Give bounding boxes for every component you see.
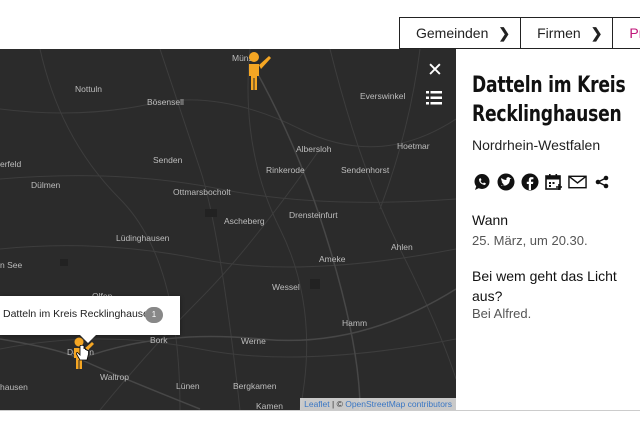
share-bar — [472, 172, 611, 191]
map-place-label: Senden — [153, 155, 183, 165]
map-place-label: Ameke — [319, 254, 346, 264]
osm-link[interactable]: OpenStreetMap contributors — [345, 399, 452, 409]
detail-panel: Datteln im Kreis Recklinghausen Nordrhei… — [456, 49, 640, 410]
top-nav: Gemeinden ❯ Firmen ❯ Priva — [399, 17, 640, 49]
tab-gemeinden[interactable]: Gemeinden ❯ — [400, 18, 522, 48]
map-popup[interactable]: Datteln im Kreis Recklinghausen 1 — [0, 296, 180, 343]
facebook-icon[interactable] — [520, 172, 539, 191]
map-place-label: Lüdinghausen — [116, 233, 170, 243]
tab-firmen[interactable]: Firmen ❯ — [521, 18, 614, 48]
share-icon[interactable] — [592, 172, 611, 191]
calendar-icon[interactable] — [544, 172, 563, 191]
page-title: Datteln im Kreis Recklinghausen — [472, 73, 626, 127]
map-place-label: Waltrop — [100, 372, 129, 382]
email-icon[interactable] — [568, 172, 587, 191]
divider — [0, 410, 640, 411]
chevron-right-icon: ❯ — [498, 24, 511, 41]
leaflet-link[interactable]: Leaflet — [304, 399, 330, 409]
count-badge: 1 — [145, 307, 163, 323]
map-place-label: Albersloh — [296, 144, 332, 154]
map-place-label: Ascheberg — [224, 216, 265, 226]
when-value: 25. März, um 20.30. — [472, 233, 588, 248]
map-place-label: Werne — [241, 336, 266, 346]
region-label: Nordrhein-Westfalen — [472, 137, 601, 153]
hand-cursor-icon — [76, 345, 89, 361]
map-place-label: Hoetmar — [397, 141, 430, 151]
whatsapp-icon[interactable] — [472, 172, 491, 191]
map-place-label: Bergkamen — [233, 381, 277, 391]
map-attribution: Leaflet | © OpenStreetMap contributors — [300, 398, 456, 410]
who-value: Bei Alfred. — [472, 306, 532, 321]
who-label: Bei wem geht das Licht aus? — [472, 268, 617, 304]
map-place-label: Nottuln — [75, 84, 102, 94]
popup-tip — [80, 335, 96, 343]
map-place-label: hausen — [0, 382, 28, 392]
map-place-label: Everswinkel — [360, 91, 406, 101]
tab-private[interactable]: Priva — [613, 18, 640, 48]
popup-text: Datteln im Kreis Recklinghausen — [3, 308, 155, 320]
when-label: Wann — [472, 212, 509, 228]
person-marker-icon[interactable] — [244, 51, 272, 91]
map-place-label: Bösensell — [147, 97, 184, 107]
chevron-right-icon: ❯ — [590, 24, 603, 41]
map-view[interactable]: Müns Nottuln Bösensell Everswinkel Alber… — [0, 49, 456, 410]
attribution-separator: | © — [329, 399, 346, 409]
tab-label: Gemeinden — [416, 25, 489, 41]
map-place-label: Rinkerode — [266, 165, 305, 175]
map-place-label: Drensteinfurt — [289, 210, 338, 220]
map-place-label: Ottmarsbocholt — [173, 187, 231, 197]
map-place-label: erfeld — [0, 159, 22, 169]
map-place-label: Kamen — [256, 401, 283, 410]
map-place-label: Ahlen — [391, 242, 413, 252]
list-icon[interactable] — [426, 91, 442, 105]
map-place-label: Bork — [150, 335, 168, 345]
map-place-label: Hamm — [342, 318, 368, 328]
map-place-label: n See — [0, 260, 23, 270]
map-place-label: Dülmen — [31, 180, 61, 190]
map-place-label: Lünen — [176, 381, 200, 391]
map-place-label: Sendenhorst — [341, 165, 390, 175]
tab-label: Priva — [629, 25, 640, 41]
tab-label: Firmen — [537, 25, 581, 41]
close-icon[interactable]: ✕ — [427, 61, 443, 80]
map-place-label: Wessel — [272, 282, 300, 292]
twitter-icon[interactable] — [496, 172, 515, 191]
